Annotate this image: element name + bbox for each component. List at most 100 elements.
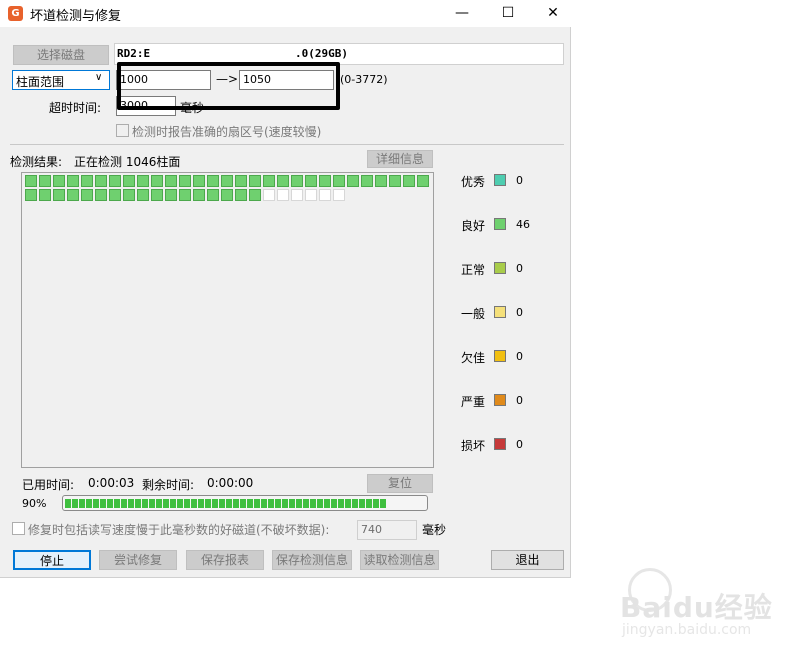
sector-cell-good bbox=[361, 175, 373, 187]
progress-chunk bbox=[331, 499, 337, 508]
sector-cell-good bbox=[347, 175, 359, 187]
window-title: 坏道检测与修复 bbox=[30, 9, 122, 24]
select-disk-button[interactable]: 选择磁盘 bbox=[13, 45, 109, 65]
sector-cell-empty bbox=[333, 189, 345, 201]
legend-count: 0 bbox=[516, 350, 523, 363]
range-hint: (0-3772) bbox=[340, 73, 388, 86]
sector-cell-good bbox=[207, 175, 219, 187]
sector-cell-good bbox=[95, 189, 107, 201]
progress-chunk bbox=[156, 499, 162, 508]
legend-swatch bbox=[494, 174, 506, 186]
legend-count: 0 bbox=[516, 174, 523, 187]
progress-chunk bbox=[233, 499, 239, 508]
sector-cell-good bbox=[389, 175, 401, 187]
range-highlight-box bbox=[117, 62, 340, 110]
progress-chunk bbox=[135, 499, 141, 508]
progress-chunk bbox=[345, 499, 351, 508]
legend-label: 良好 bbox=[461, 219, 486, 233]
progress-chunk bbox=[324, 499, 330, 508]
legend-swatch bbox=[494, 218, 506, 230]
progress-chunk bbox=[261, 499, 267, 508]
progress-chunk bbox=[205, 499, 211, 508]
result-status: 正在检测 1046柱面 bbox=[74, 155, 181, 169]
remaining-label: 剩余时间: bbox=[142, 478, 195, 492]
sector-cell-good bbox=[179, 189, 191, 201]
save-report-button[interactable]: 保存报表 bbox=[186, 550, 264, 570]
stop-button[interactable]: 停止 bbox=[13, 550, 91, 570]
watermark-url: jingyan.baidu.com bbox=[622, 622, 752, 638]
sector-cell-empty bbox=[277, 189, 289, 201]
exit-button[interactable]: 退出 bbox=[491, 550, 564, 570]
separator bbox=[10, 144, 564, 145]
legend-label: 欠佳 bbox=[461, 351, 486, 365]
progress-chunk bbox=[170, 499, 176, 508]
sector-cell-empty bbox=[305, 189, 317, 201]
sector-cell-good bbox=[151, 189, 163, 201]
report-accurate-checkbox[interactable] bbox=[116, 124, 129, 137]
timeout-label: 超时时间: bbox=[49, 101, 102, 115]
progress-chunk bbox=[359, 499, 365, 508]
progress-chunk bbox=[268, 499, 274, 508]
sector-cell-good bbox=[137, 189, 149, 201]
sector-cell-good bbox=[221, 175, 233, 187]
progress-chunk bbox=[79, 499, 85, 508]
legend-swatch bbox=[494, 262, 506, 274]
sector-grid bbox=[21, 172, 434, 468]
sector-cell-good bbox=[319, 175, 331, 187]
app-logo-icon: G bbox=[8, 6, 23, 21]
range-mode-select[interactable]: 柱面范围 ∨ bbox=[12, 70, 110, 90]
minimize-button[interactable]: — bbox=[439, 0, 485, 27]
progress-chunk bbox=[275, 499, 281, 508]
progress-chunk bbox=[240, 499, 246, 508]
bad-sector-dialog: G 坏道检测与修复 — ☐ ✕ 选择磁盘 RD2:E .0(29GB) 柱面范围… bbox=[0, 0, 571, 578]
elapsed-value: 0:00:03 bbox=[88, 476, 135, 490]
sector-cell-good bbox=[67, 175, 79, 187]
legend-label: 严重 bbox=[461, 395, 486, 409]
sector-cell-good bbox=[179, 175, 191, 187]
sector-cell-good bbox=[193, 189, 205, 201]
progress-chunk bbox=[114, 499, 120, 508]
sector-cell-good bbox=[109, 189, 121, 201]
progress-chunk bbox=[289, 499, 295, 508]
legend-swatch bbox=[494, 438, 506, 450]
close-button[interactable]: ✕ bbox=[530, 0, 576, 27]
progress-chunk bbox=[100, 499, 106, 508]
progress-chunk bbox=[296, 499, 302, 508]
sector-cell-good bbox=[81, 189, 93, 201]
sector-cell-good bbox=[249, 189, 261, 201]
progress-chunk bbox=[338, 499, 344, 508]
sector-cell-empty bbox=[319, 189, 331, 201]
sector-cell-good bbox=[249, 175, 261, 187]
progress-chunk bbox=[142, 499, 148, 508]
progress-chunk bbox=[86, 499, 92, 508]
legend-label: 优秀 bbox=[461, 175, 486, 189]
progress-percent: 90% bbox=[22, 497, 47, 510]
sector-cell-good bbox=[375, 175, 387, 187]
sector-cell-good bbox=[53, 175, 65, 187]
slow-track-checkbox[interactable] bbox=[12, 522, 25, 535]
sector-cell-good bbox=[165, 175, 177, 187]
sector-cell-good bbox=[403, 175, 415, 187]
reset-button[interactable]: 复位 bbox=[367, 474, 433, 493]
legend-count: 0 bbox=[516, 262, 523, 275]
slow-track-input[interactable]: 740 bbox=[357, 520, 417, 540]
sector-cell-good bbox=[235, 175, 247, 187]
sector-cell-empty bbox=[291, 189, 303, 201]
report-accurate-label: 检测时报告准确的扇区号(速度较慢) bbox=[132, 125, 322, 139]
save-info-button[interactable]: 保存检测信息 bbox=[272, 550, 352, 570]
progress-chunk bbox=[310, 499, 316, 508]
remaining-value: 0:00:00 bbox=[207, 476, 254, 490]
sector-cell-good bbox=[235, 189, 247, 201]
try-repair-button[interactable]: 尝试修复 bbox=[99, 550, 177, 570]
sector-cell-good bbox=[53, 189, 65, 201]
sector-cell-good bbox=[417, 175, 429, 187]
detail-info-button[interactable]: 详细信息 bbox=[367, 150, 433, 168]
sector-cell-good bbox=[25, 175, 37, 187]
sector-cell-good bbox=[333, 175, 345, 187]
maximize-button[interactable]: ☐ bbox=[485, 0, 531, 27]
sector-cell-good bbox=[137, 175, 149, 187]
load-info-button[interactable]: 读取检测信息 bbox=[360, 550, 439, 570]
progress-chunk bbox=[149, 499, 155, 508]
legend-count: 0 bbox=[516, 306, 523, 319]
legend-swatch bbox=[494, 306, 506, 318]
